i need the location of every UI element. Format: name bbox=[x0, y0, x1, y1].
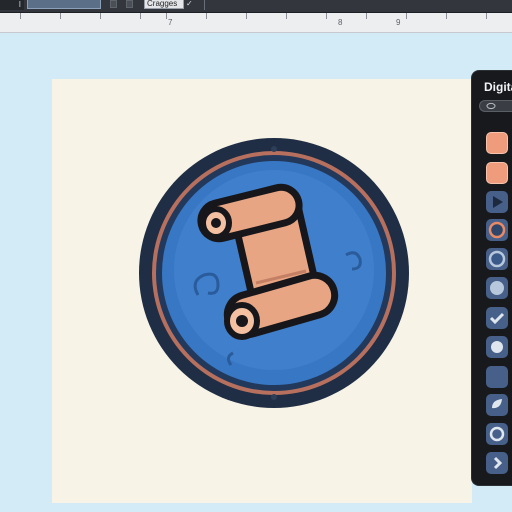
ring-icon bbox=[488, 250, 506, 268]
leaf-swatch[interactable] bbox=[486, 394, 508, 416]
toolbar-divider bbox=[204, 0, 205, 10]
ruler-label: 7 bbox=[168, 18, 173, 27]
chevron-right-icon bbox=[493, 456, 503, 470]
ruler-tick bbox=[206, 13, 207, 19]
ring-small-swatch[interactable] bbox=[486, 423, 508, 445]
play-swatch[interactable] bbox=[486, 191, 508, 213]
panel-title: Digita bbox=[484, 80, 512, 94]
ruler-tick bbox=[286, 13, 287, 19]
ring-icon bbox=[488, 221, 506, 239]
ring-blue-swatch[interactable] bbox=[486, 248, 508, 270]
font-select[interactable]: Cragges bbox=[144, 0, 184, 9]
ruler-tick bbox=[486, 13, 487, 19]
swatch-peach-2[interactable] bbox=[486, 162, 508, 184]
dot-icon bbox=[491, 341, 503, 353]
search-icon bbox=[486, 102, 496, 110]
toolbar-button-1[interactable] bbox=[110, 0, 117, 8]
ruler-tick bbox=[140, 13, 141, 19]
dot-icon bbox=[490, 281, 504, 295]
ruler-tick bbox=[366, 13, 367, 19]
ruler-tick bbox=[326, 13, 327, 19]
ruler-label: 8 bbox=[338, 18, 343, 27]
ring-orange-swatch[interactable] bbox=[486, 219, 508, 241]
blank-swatch[interactable] bbox=[486, 366, 508, 388]
ruler-tick bbox=[246, 13, 247, 19]
top-toolbar: I Cragges ✓ bbox=[0, 0, 512, 13]
toolbar-color-field[interactable] bbox=[27, 0, 101, 9]
scroll-badge-icon[interactable] bbox=[136, 135, 412, 411]
check-swatch[interactable] bbox=[486, 307, 508, 329]
panel-search-input[interactable] bbox=[479, 100, 512, 112]
confirm-check-icon[interactable]: ✓ bbox=[186, 0, 196, 9]
ruler-tick bbox=[100, 13, 101, 19]
ruler-tick bbox=[60, 13, 61, 19]
check-icon bbox=[489, 312, 505, 325]
digital-swatches-panel: Digita bbox=[471, 70, 512, 486]
dot-blue-swatch[interactable] bbox=[486, 277, 508, 299]
horizontal-ruler: 7 8 9 bbox=[0, 13, 512, 33]
ruler-label: 9 bbox=[396, 18, 401, 27]
ring-icon bbox=[489, 426, 505, 442]
ruler-tick bbox=[406, 13, 407, 19]
ruler-tick bbox=[20, 13, 21, 19]
play-icon bbox=[493, 196, 503, 208]
toolbar-corner-label: I bbox=[0, 0, 24, 10]
ruler-tick bbox=[166, 13, 167, 19]
ruler-tick bbox=[446, 13, 447, 19]
dot-small-swatch[interactable] bbox=[486, 336, 508, 358]
artboard[interactable] bbox=[52, 79, 472, 503]
leaf-icon bbox=[492, 399, 502, 409]
toolbar-button-2[interactable] bbox=[126, 0, 133, 8]
chevron-swatch[interactable] bbox=[486, 452, 508, 474]
swatch-peach-1[interactable] bbox=[486, 132, 508, 154]
